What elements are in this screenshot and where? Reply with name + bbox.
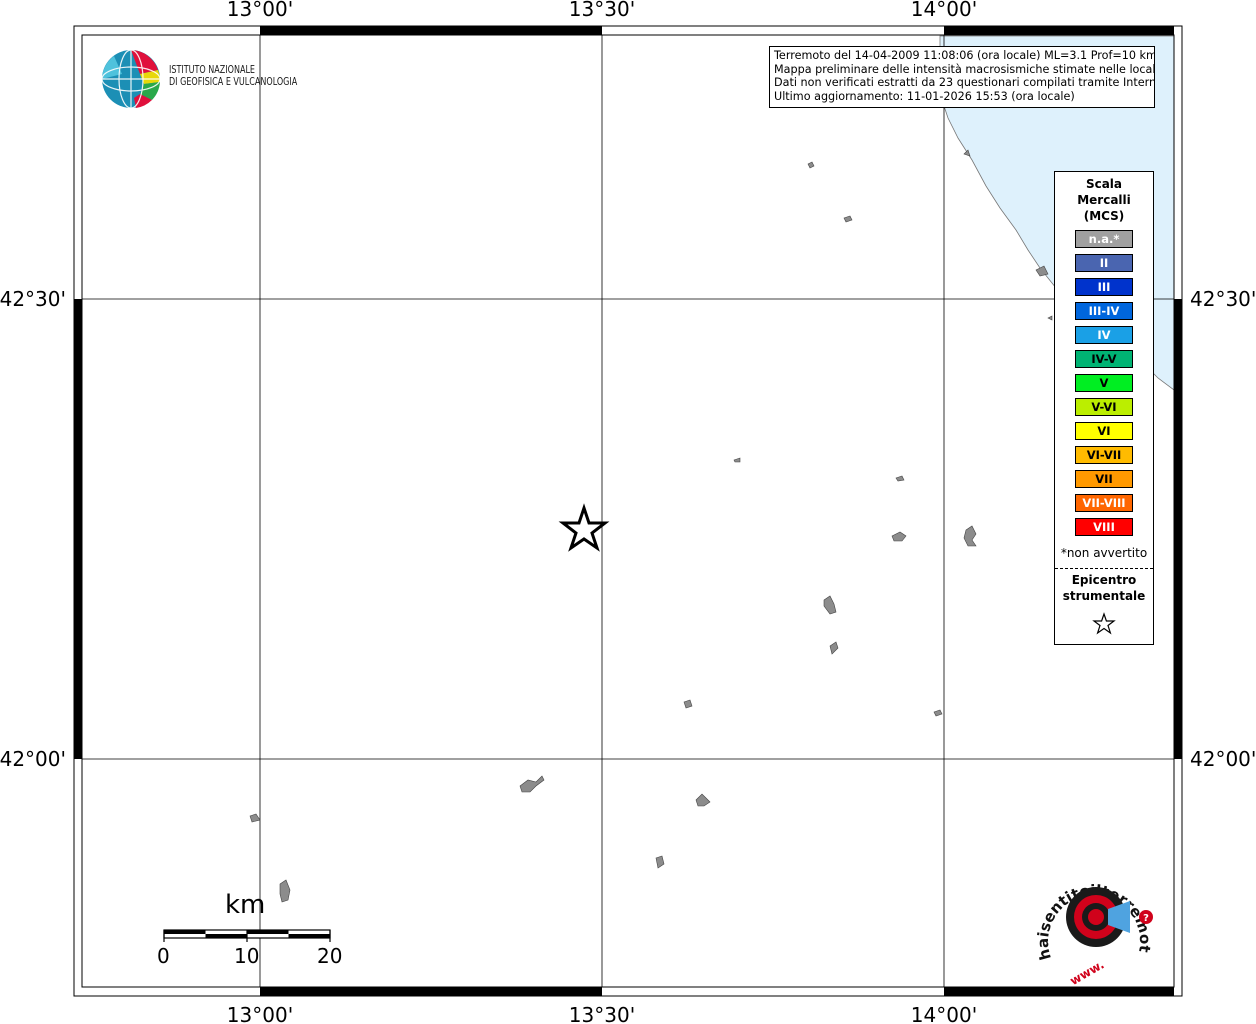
legend-star-icon: [1092, 612, 1116, 635]
lat-label-right: 42°00': [1190, 747, 1256, 771]
ingv-name: ISTITUTO NAZIONALE DI GEOFISICA E VULCAN…: [169, 64, 297, 88]
legend-divider: [1055, 568, 1153, 569]
haisentito-logo: haisentitoilterremoto.it www. ?: [1030, 855, 1154, 985]
legend-class-swatch: V: [1075, 374, 1133, 392]
event-info-line: Dati non verificati estratti da 23 quest…: [774, 76, 1155, 90]
legend-epicenter-line: strumentale: [1062, 589, 1146, 603]
legend-class-swatch: III-IV: [1075, 302, 1133, 320]
legend-class-swatch: IV-V: [1075, 350, 1133, 368]
lat-label-left: 42°30': [0, 287, 66, 311]
locality: [895, 475, 905, 482]
legend-class-swatch: VII: [1075, 470, 1133, 488]
legend-class-swatch: VIII: [1075, 518, 1133, 536]
lon-label-top: 14°00': [911, 0, 977, 21]
locality: [519, 775, 545, 793]
ingv-globe-icon: [101, 49, 161, 109]
frame-segment: [260, 987, 602, 996]
locality: [733, 457, 741, 463]
legend-class-swatch: V-VI: [1075, 398, 1133, 416]
legend-class-swatch: VII-VIII: [1075, 494, 1133, 512]
locality: [891, 531, 907, 542]
legend-title-line: Mercalli: [1077, 193, 1131, 207]
lon-label-top: 13°30': [569, 0, 635, 21]
legend-class-swatch: II: [1075, 254, 1133, 272]
locality: [843, 215, 853, 223]
locality: [823, 595, 837, 615]
event-info-line: Ultimo aggiornamento: 11-01-2026 15:53 (…: [774, 89, 1075, 103]
svg-text:?: ?: [1143, 913, 1149, 924]
event-info-box: Terremoto del 14-04-2009 11:08:06 (ora l…: [769, 46, 1155, 108]
locality: [829, 641, 839, 655]
locality: [933, 709, 943, 717]
lon-label-top: 13°00': [227, 0, 293, 21]
ingv-logo: ISTITUTO NAZIONALE DI GEOFISICA E VULCAN…: [100, 46, 320, 110]
frame-segment: [74, 299, 82, 759]
scale-tick-label: 10: [234, 944, 260, 968]
scale-tick-label: 20: [317, 944, 343, 968]
frame-segment: [944, 987, 1174, 996]
frame-segment: [944, 26, 1174, 35]
locality: [249, 813, 261, 823]
lon-label-bottom: 13°00': [227, 1003, 293, 1024]
event-info-line: Mappa preliminare delle intensità macros…: [774, 62, 1155, 76]
lon-label-bottom: 13°30': [569, 1003, 635, 1024]
locality: [807, 161, 815, 169]
legend-title: Scala Mercalli (MCS): [1055, 176, 1153, 224]
legend-note: *non avvertito: [1060, 546, 1148, 560]
lon-label-bottom: 14°00': [911, 1003, 977, 1024]
locality-polygons: [249, 161, 977, 903]
legend-title-line: Scala: [1085, 177, 1123, 191]
event-info-line: Terremoto del 14-04-2009 11:08:06 (ora l…: [774, 49, 1155, 62]
legend-class-swatch: VI-VII: [1075, 446, 1133, 464]
legend-class-swatch: VI: [1075, 422, 1133, 440]
ingv-name-line1: ISTITUTO NAZIONALE: [169, 64, 256, 76]
haisentito-www: www.: [1067, 957, 1106, 985]
legend-class-swatch: n.a.*: [1075, 230, 1133, 248]
locality: [683, 699, 693, 709]
frame-segment: [1174, 299, 1182, 759]
frame-segment: [260, 26, 602, 35]
ingv-name-line2: DI GEOFISICA E VULCANOLOGIA: [169, 76, 298, 88]
legend-class-swatch: IV: [1075, 326, 1133, 344]
locality: [695, 793, 711, 807]
legend-epicenter-line: Epicentro: [1071, 573, 1137, 587]
lat-label-left: 42°00': [0, 747, 66, 771]
legend-class-swatch: III: [1075, 278, 1133, 296]
epicenter-star-icon: [558, 503, 610, 552]
locality: [963, 525, 977, 547]
lat-label-right: 42°30': [1190, 287, 1256, 311]
locality: [655, 855, 665, 869]
legend-epicenter-label: Epicentro strumentale: [1055, 572, 1153, 604]
scale-tick-label: 0: [157, 944, 170, 968]
scale-bar: km 0 10 20: [150, 888, 360, 968]
legend-title-line: (MCS): [1083, 209, 1125, 223]
mcs-legend: Scala Mercalli (MCS) n.a.* II III III-IV IV I…: [1054, 171, 1154, 645]
legend-class-list: n.a.* II III III-IV IV IV-V V V-VI VI VI-VII VII VI…: [1075, 230, 1133, 542]
